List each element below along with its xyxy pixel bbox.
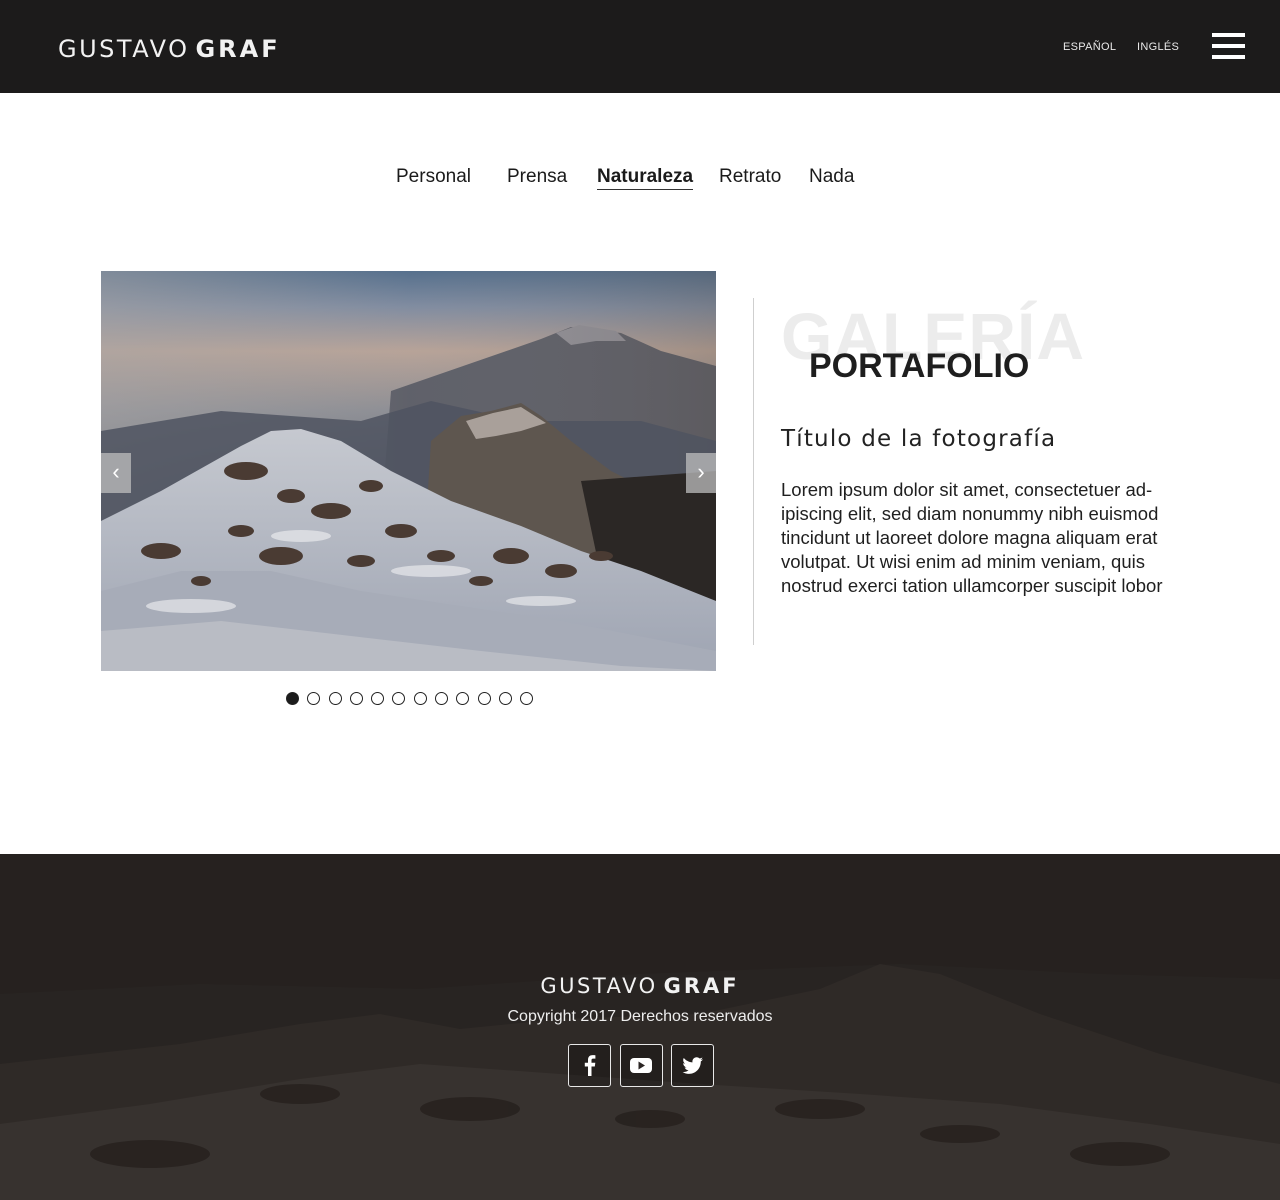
slider-dot-11[interactable] bbox=[498, 692, 512, 705]
slider-dot-2[interactable] bbox=[307, 692, 321, 705]
slider-dot-4[interactable] bbox=[349, 692, 363, 705]
slider-dot-12[interactable] bbox=[520, 692, 534, 705]
slider-dot-10[interactable] bbox=[477, 692, 491, 705]
slider-dot-3[interactable] bbox=[328, 692, 342, 705]
footer-logo[interactable]: GUSTAVO GRAF bbox=[0, 974, 1280, 998]
logo-second-word: GRAF bbox=[195, 35, 281, 63]
slider-dot-8[interactable] bbox=[435, 692, 449, 705]
footer-logo-first-word: GUSTAVO bbox=[540, 974, 658, 998]
twitter-icon[interactable] bbox=[671, 1044, 714, 1087]
slider-dot-9[interactable] bbox=[456, 692, 470, 705]
category-nada[interactable]: Nada bbox=[809, 166, 854, 188]
slide-photo-snowy-mountain bbox=[101, 271, 716, 671]
category-retrato[interactable]: Retrato bbox=[719, 166, 781, 188]
slider-dot-6[interactable] bbox=[392, 692, 406, 705]
section-title: PORTAFOLIO bbox=[809, 347, 1030, 385]
language-spanish-link[interactable]: ESPAÑOL bbox=[1063, 41, 1116, 53]
hamburger-menu-icon[interactable] bbox=[1212, 33, 1245, 59]
slider-dot-1[interactable] bbox=[286, 692, 299, 705]
category-prensa[interactable]: Prensa bbox=[507, 166, 567, 188]
footer-logo-second-word: GRAF bbox=[663, 974, 740, 998]
logo-first-word: GUSTAVO bbox=[58, 35, 190, 63]
top-header: GUSTAVO GRAF ESPAÑOL INGLÉS bbox=[0, 0, 1280, 93]
site-footer: GUSTAVO GRAF Copyright 2017 Derechos rese… bbox=[0, 854, 1280, 1200]
vertical-divider bbox=[753, 298, 754, 645]
category-personal[interactable]: Personal bbox=[396, 166, 471, 188]
photo-title: Título de la fotografía bbox=[781, 426, 1057, 452]
youtube-icon[interactable] bbox=[620, 1044, 663, 1087]
photo-description: Lorem ipsum dolor sit amet, consectetuer… bbox=[781, 479, 1163, 596]
slider-pagination bbox=[286, 692, 542, 706]
category-naturaleza[interactable]: Naturaleza bbox=[597, 166, 694, 190]
photo-slider: ‹ › bbox=[101, 271, 716, 671]
footer-background-image bbox=[0, 854, 1280, 1200]
slider-next-button[interactable]: › bbox=[686, 453, 716, 493]
slider-prev-button[interactable]: ‹ bbox=[101, 453, 131, 493]
language-english-link[interactable]: INGLÉS bbox=[1137, 41, 1179, 53]
facebook-icon[interactable] bbox=[568, 1044, 611, 1087]
slider-dot-7[interactable] bbox=[413, 692, 427, 705]
site-logo[interactable]: GUSTAVO GRAF bbox=[58, 32, 281, 65]
category-nav: Personal Prensa Naturaleza Retrato Nada bbox=[0, 166, 1280, 196]
copyright-text: Copyright 2017 Derechos reservados bbox=[507, 1008, 773, 1025]
slider-dot-5[interactable] bbox=[371, 692, 385, 705]
